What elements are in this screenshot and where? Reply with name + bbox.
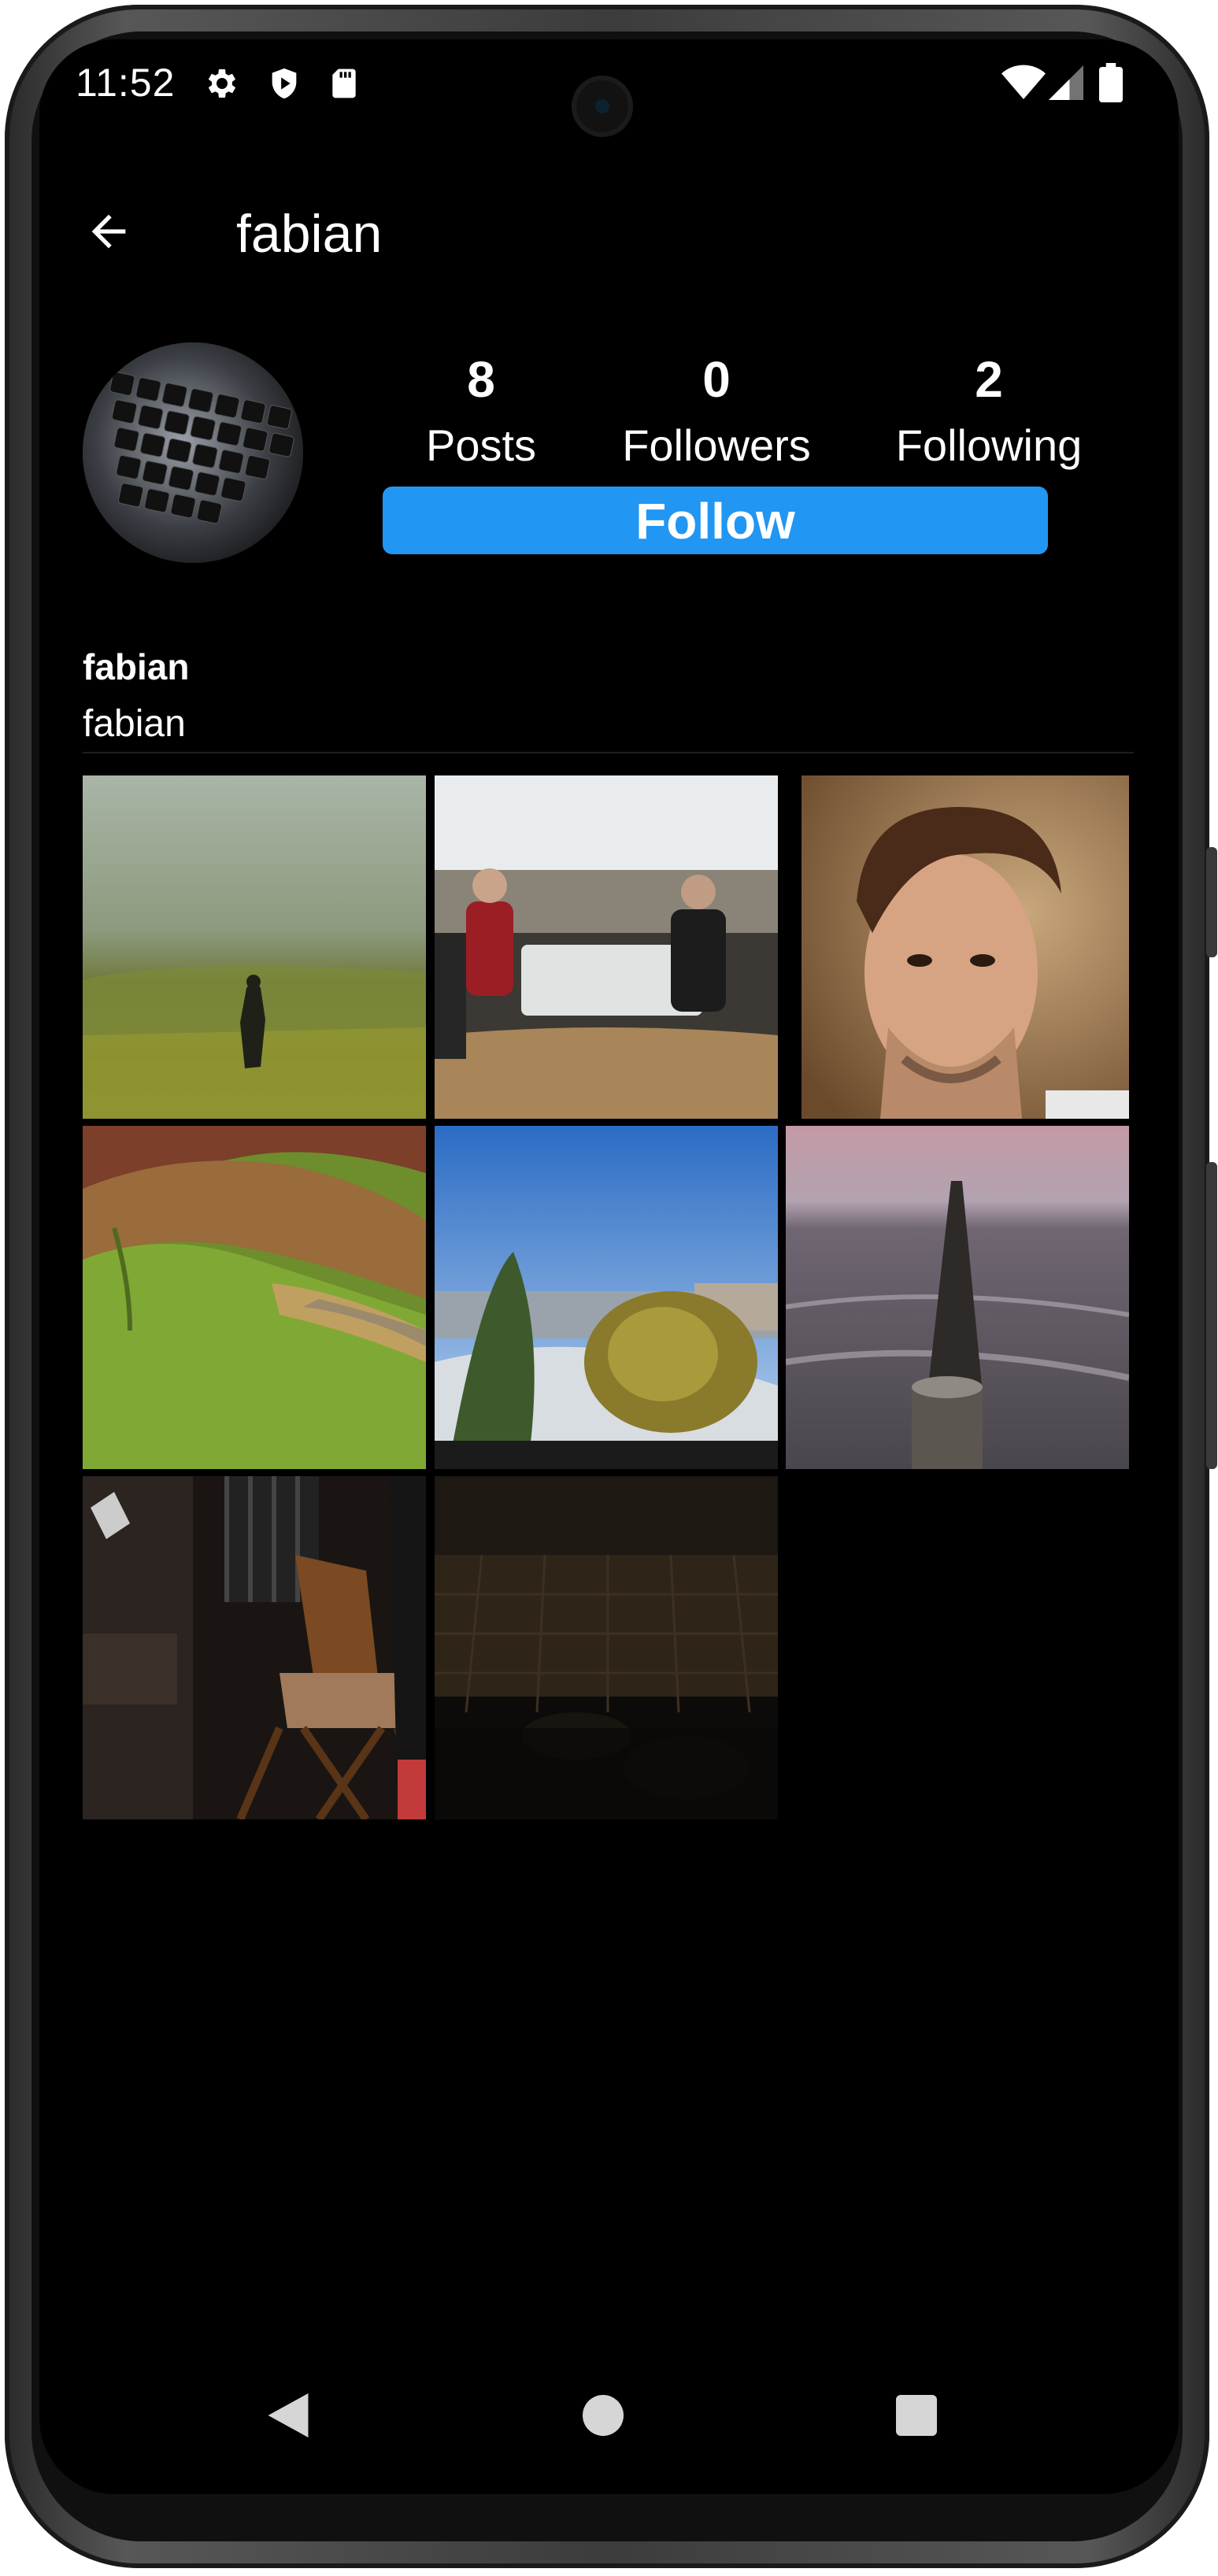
stat-posts-value: 8 bbox=[467, 351, 495, 408]
screen: 11:52 fabian 8 Posts 0 Followers 2 Follo… bbox=[39, 39, 1179, 2494]
stat-posts-label: Posts bbox=[425, 420, 537, 470]
stat-following[interactable]: 2 Following bbox=[863, 350, 1115, 471]
nav-home-icon[interactable] bbox=[583, 2395, 624, 2436]
arrow-back-icon[interactable] bbox=[83, 206, 134, 261]
page-title: fabian bbox=[236, 204, 383, 264]
nav-back-icon[interactable] bbox=[268, 2393, 309, 2441]
stat-followers-value: 0 bbox=[702, 351, 731, 408]
divider bbox=[83, 752, 1134, 753]
post-thumbnail-2[interactable] bbox=[435, 775, 778, 1119]
profile-bio: fabian bbox=[83, 703, 186, 745]
nav-recents-icon[interactable] bbox=[896, 2395, 937, 2436]
app-bar: fabian bbox=[39, 157, 1179, 283]
post-thumbnail-6[interactable] bbox=[786, 1126, 1129, 1469]
gear-icon bbox=[203, 65, 241, 106]
post-thumbnail-7[interactable] bbox=[83, 1476, 426, 1819]
profile-username: fabian bbox=[83, 646, 190, 687]
battery-icon bbox=[1099, 63, 1123, 106]
signal-icon bbox=[1049, 65, 1083, 105]
power-button bbox=[1206, 847, 1217, 957]
post-thumbnail-5[interactable] bbox=[435, 1126, 778, 1469]
sd-card-icon bbox=[327, 65, 361, 106]
volume-button bbox=[1206, 1162, 1217, 1469]
system-nav-bar bbox=[39, 2345, 1179, 2494]
stat-following-value: 2 bbox=[975, 351, 1003, 408]
shield-icon bbox=[266, 65, 302, 106]
wifi-icon bbox=[1001, 63, 1046, 106]
post-thumbnail-1[interactable] bbox=[83, 775, 426, 1119]
post-thumbnail-3[interactable] bbox=[786, 775, 1129, 1119]
front-camera bbox=[572, 76, 633, 137]
follow-button[interactable]: Follow bbox=[383, 487, 1048, 554]
avatar bbox=[83, 342, 303, 563]
stat-followers[interactable]: 0 Followers bbox=[590, 350, 842, 471]
stat-following-label: Following bbox=[895, 420, 1083, 470]
post-thumbnail-8[interactable] bbox=[435, 1476, 778, 1819]
stat-followers-label: Followers bbox=[622, 420, 811, 470]
stat-posts[interactable]: 8 Posts bbox=[383, 350, 579, 471]
status-time: 11:52 bbox=[76, 61, 176, 105]
post-thumbnail-4[interactable] bbox=[83, 1126, 426, 1469]
